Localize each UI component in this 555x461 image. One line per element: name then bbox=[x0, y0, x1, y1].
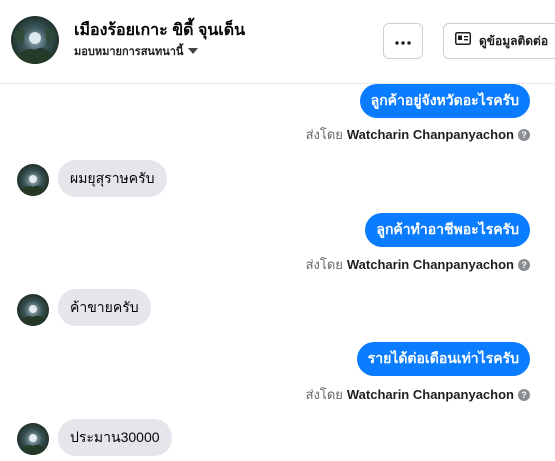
sender-name: Watcharin Chanpanyachon bbox=[346, 387, 514, 402]
more-options-button[interactable] bbox=[383, 23, 423, 59]
more-dots-icon bbox=[395, 32, 411, 50]
sender-name: Watcharin Chanpanyachon bbox=[346, 127, 514, 142]
conversation-header: เมืองร้อยเกาะ ขิดี้ จุนเด็น มอบหมายการสน… bbox=[0, 0, 555, 84]
outgoing-message[interactable]: รายได้ต่อเดือนเท่าไรครับ bbox=[356, 342, 530, 376]
sent-by-line: ส่งโดย Watcharin Chanpanyachon ? bbox=[306, 254, 530, 275]
info-icon[interactable]: ? bbox=[518, 128, 530, 141]
contact-avatar-small[interactable] bbox=[17, 164, 49, 196]
sent-by-line: ส่งโดย Watcharin Chanpanyachon ? bbox=[306, 124, 530, 145]
caret-down-icon bbox=[187, 42, 199, 60]
contact-avatar-small[interactable] bbox=[17, 294, 49, 326]
incoming-message[interactable]: ผมยุสุราษครับ bbox=[58, 160, 167, 197]
sender-name: Watcharin Chanpanyachon bbox=[346, 257, 514, 272]
outgoing-message[interactable]: ลูกค้าอยู่จังหวัดอะไรครับ bbox=[359, 84, 530, 118]
sent-by-prefix: ส่งโดย bbox=[305, 257, 343, 272]
info-icon[interactable]: ? bbox=[518, 388, 530, 401]
view-contact-info-label: ดูข้อมูลติดต่อ bbox=[479, 33, 549, 48]
incoming-message[interactable]: ประมาน30000 bbox=[58, 419, 172, 456]
view-contact-info-button[interactable]: ดูข้อมูลติดต่อ bbox=[443, 23, 555, 59]
contact-card-icon bbox=[455, 32, 471, 50]
sent-by-line: ส่งโดย Watcharin Chanpanyachon ? bbox=[306, 384, 530, 405]
sent-by-prefix: ส่งโดย bbox=[305, 387, 343, 402]
assign-conversation-dropdown[interactable]: มอบหมายการสนทนานี้ bbox=[74, 42, 199, 60]
outgoing-message[interactable]: ลูกค้าทำอาชีพอะไรครับ bbox=[365, 213, 530, 247]
chat-window: เมืองร้อยเกาะ ขิดี้ จุนเด็น มอบหมายการสน… bbox=[0, 0, 555, 461]
contact-name: เมืองร้อยเกาะ ขิดี้ จุนเด็น bbox=[74, 22, 246, 39]
incoming-message[interactable]: ค้าขายครับ bbox=[58, 289, 151, 326]
assign-conversation-label: มอบหมายการสนทนานี้ bbox=[74, 46, 184, 58]
sent-by-prefix: ส่งโดย bbox=[305, 127, 343, 142]
contact-avatar[interactable] bbox=[11, 16, 59, 64]
contact-avatar-small[interactable] bbox=[17, 423, 49, 455]
info-icon[interactable]: ? bbox=[518, 258, 530, 271]
